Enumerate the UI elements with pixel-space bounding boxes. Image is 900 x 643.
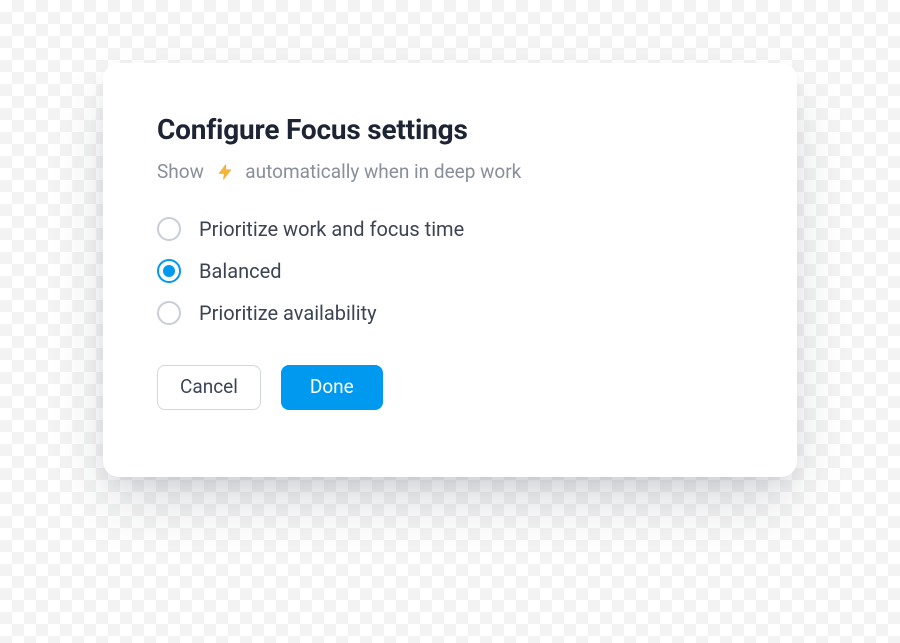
option-prioritize-availability[interactable]: Prioritize availability <box>157 301 743 325</box>
modal-title: Configure Focus settings <box>157 113 743 146</box>
radio-icon <box>157 217 181 241</box>
cancel-button[interactable]: Cancel <box>157 365 261 410</box>
focus-settings-modal: Configure Focus settings Show automatica… <box>103 63 797 477</box>
lightning-icon <box>215 162 235 182</box>
radio-group: Prioritize work and focus time Balanced … <box>157 217 743 325</box>
radio-icon-selected <box>157 259 181 283</box>
option-balanced[interactable]: Balanced <box>157 259 743 283</box>
option-label: Prioritize work and focus time <box>199 217 464 241</box>
option-label: Balanced <box>199 259 281 283</box>
subtitle-post: automatically when in deep work <box>241 160 522 183</box>
modal-subtitle: Show automatically when in deep work <box>157 160 743 183</box>
option-prioritize-work[interactable]: Prioritize work and focus time <box>157 217 743 241</box>
radio-icon <box>157 301 181 325</box>
done-button[interactable]: Done <box>281 365 383 410</box>
subtitle-pre: Show <box>157 160 209 183</box>
option-label: Prioritize availability <box>199 301 377 325</box>
modal-actions: Cancel Done <box>157 365 743 410</box>
